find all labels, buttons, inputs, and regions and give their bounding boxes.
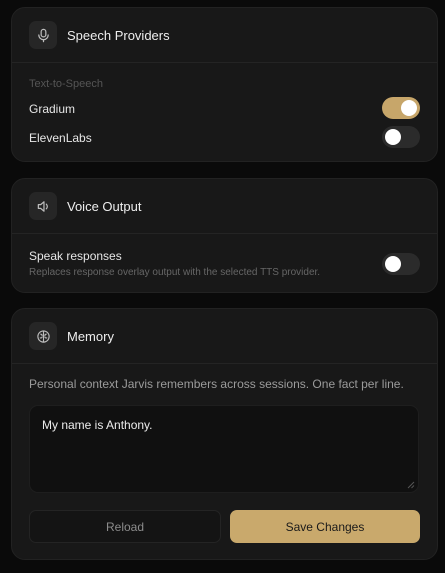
memory-title: Memory [67,328,114,344]
voice-output-card: Voice Output Speak responses Replaces re… [11,178,438,293]
memory-description: Personal context Jarvis remembers across… [29,377,404,391]
speak-responses-description: Replaces response overlay output with th… [29,267,321,278]
speak-responses-toggle[interactable] [382,253,420,275]
speech-providers-card: Speech Providers Text-to-Speech Gradium … [11,7,438,162]
speech-providers-header: Speech Providers [12,8,437,63]
memory-text: My name is Anthony. [42,418,153,432]
brain-icon [29,322,57,350]
provider-label-elevenlabs: ElevenLabs [29,131,92,145]
tts-section-label: Text-to-Speech [29,78,103,90]
gradium-toggle[interactable] [382,97,420,119]
reload-button[interactable]: Reload [29,510,221,543]
memory-textarea[interactable]: My name is Anthony. [29,405,419,493]
memory-card: Memory Personal context Jarvis remembers… [11,308,438,560]
voice-output-header: Voice Output [12,179,437,234]
speech-providers-title: Speech Providers [67,27,170,43]
speak-responses-label: Speak responses [29,249,122,263]
memory-header: Memory [12,309,437,364]
microphone-icon [29,21,57,49]
toggle-knob [385,256,401,272]
speaker-icon [29,192,57,220]
save-changes-button[interactable]: Save Changes [230,510,420,543]
toggle-knob [385,129,401,145]
elevenlabs-toggle[interactable] [382,126,420,148]
provider-label-gradium: Gradium [29,102,76,116]
resize-grip-icon[interactable] [407,481,415,489]
voice-output-title: Voice Output [67,198,142,214]
toggle-knob [401,100,417,116]
